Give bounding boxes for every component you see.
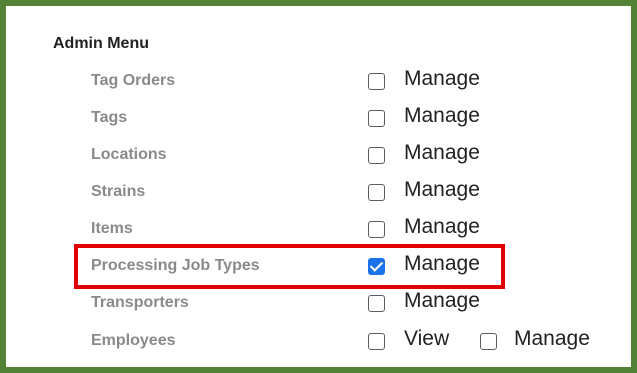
strains-manage-checkbox[interactable] [368, 184, 385, 201]
manage-label[interactable]: Manage [514, 327, 590, 351]
row-label: Strains [91, 183, 146, 200]
highlight-box [74, 244, 505, 289]
row-label: Items [91, 220, 133, 237]
row-label: Transporters [91, 294, 189, 311]
row-label: Tags [91, 109, 128, 126]
tag-orders-manage-checkbox[interactable] [368, 73, 385, 90]
row-label: Employees [91, 332, 176, 349]
manage-label[interactable]: Manage [404, 104, 480, 128]
locations-manage-checkbox[interactable] [368, 147, 385, 164]
employees-view-checkbox[interactable] [368, 333, 385, 350]
manage-label[interactable]: Manage [404, 289, 480, 313]
permission-row-tag-orders: Tag Orders Manage [6, 62, 631, 98]
permission-row-transporters: Transporters Manage [6, 284, 631, 320]
permission-row-employees: Employees View Manage [6, 322, 631, 358]
tags-manage-checkbox[interactable] [368, 110, 385, 127]
row-label: Locations [91, 146, 167, 163]
permission-row-items: Items Manage [6, 210, 631, 246]
employees-manage-checkbox[interactable] [480, 333, 497, 350]
transporters-manage-checkbox[interactable] [368, 295, 385, 312]
permission-row-strains: Strains Manage [6, 173, 631, 209]
manage-label[interactable]: Manage [404, 215, 480, 239]
items-manage-checkbox[interactable] [368, 221, 385, 238]
manage-label[interactable]: Manage [404, 67, 480, 91]
manage-label[interactable]: Manage [404, 178, 480, 202]
row-label: Tag Orders [91, 72, 176, 89]
permission-row-locations: Locations Manage [6, 136, 631, 172]
manage-label[interactable]: Manage [404, 141, 480, 165]
admin-menu-title: Admin Menu [53, 35, 149, 52]
admin-menu-panel: Admin Menu Tag Orders Manage Tags Manage… [0, 0, 637, 373]
view-label[interactable]: View [404, 327, 449, 351]
permission-row-tags: Tags Manage [6, 99, 631, 135]
